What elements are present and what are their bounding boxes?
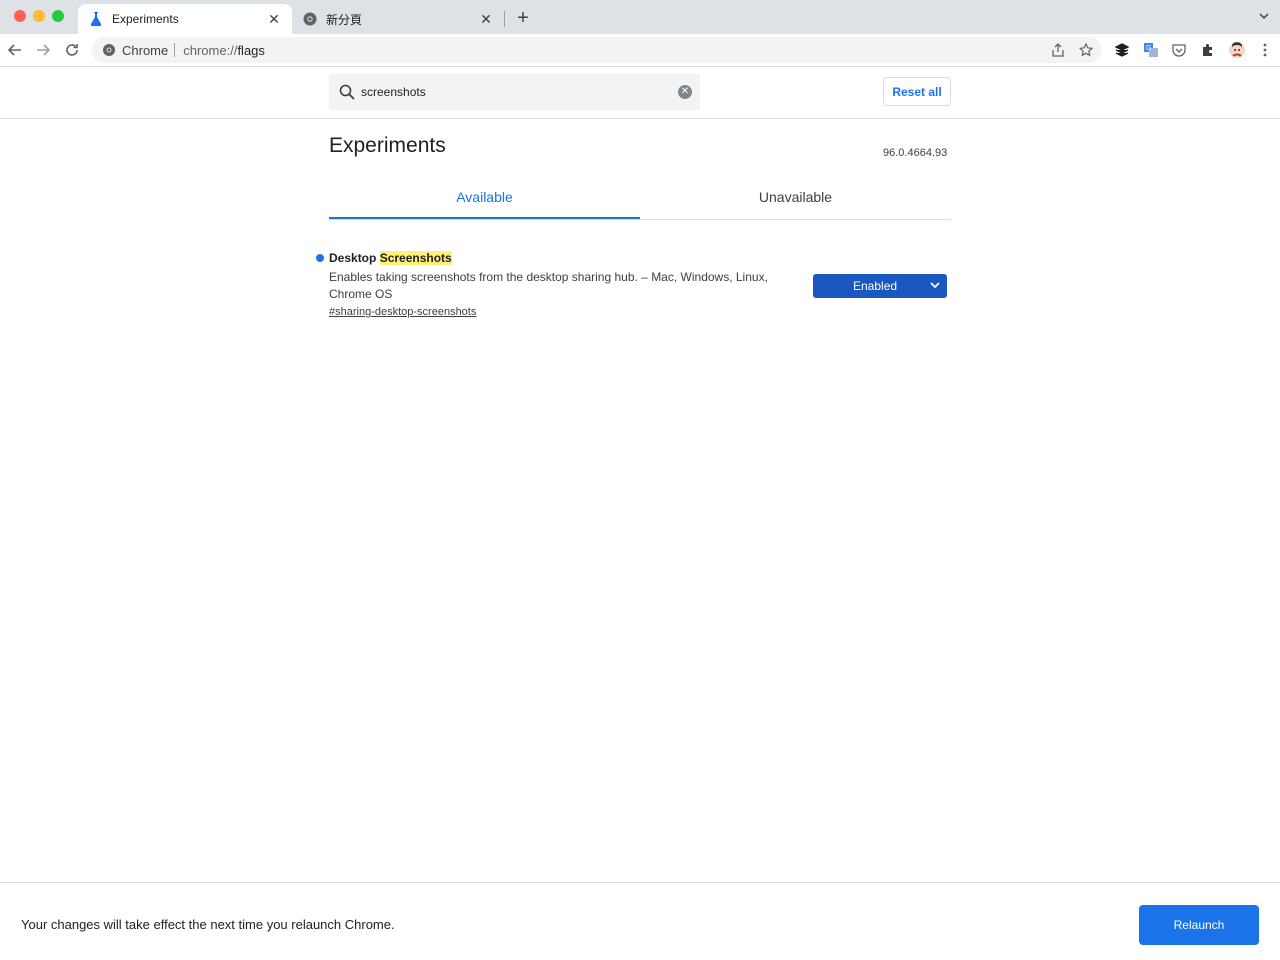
flags-tabs: Available Unavailable [329,178,951,220]
layers-extension-icon[interactable] [1114,42,1130,58]
search-icon [339,84,355,100]
tab-divider [504,11,505,27]
flags-header: ✕ Reset all [0,67,1280,119]
browser-toolbar: Chrome chrome://flags G [0,34,1280,67]
puzzle-icon[interactable] [1200,42,1216,58]
chevron-down-icon[interactable] [1256,10,1272,26]
minimize-window-button[interactable] [33,10,45,22]
close-window-button[interactable] [14,10,26,22]
version-label: 96.0.4664.93 [883,147,948,159]
page-title: Experiments [329,134,446,157]
star-icon[interactable] [1078,42,1094,58]
reset-all-button[interactable]: Reset all [883,77,951,106]
relaunch-footer: Your changes will take effect the next t… [0,882,1280,960]
new-tab-button[interactable]: + [514,8,532,28]
reload-button[interactable] [62,40,82,60]
translate-extension-icon[interactable]: G [1143,42,1159,58]
omnibox-divider [174,43,176,57]
chevron-down-icon [930,282,940,289]
pocket-extension-icon[interactable] [1171,42,1187,58]
search-highlight: Screenshots [379,251,452,265]
clear-search-icon[interactable]: ✕ [678,85,692,99]
omnibox-url: chrome://flags [183,42,265,58]
tab-title: Experiments [112,12,179,26]
omnibox-chip: Chrome [122,42,169,58]
svg-text:G: G [1146,45,1151,52]
relaunch-message: Your changes will take effect the next t… [21,917,395,932]
chrome-icon [103,44,115,56]
close-icon[interactable]: ✕ [478,11,494,27]
arrow-right-icon [37,44,50,56]
tab-new-tab[interactable]: 新分頁 ✕ [292,4,504,34]
search-box[interactable]: ✕ [329,74,700,110]
flag-description: Enables taking screenshots from the desk… [329,270,768,301]
tab-strip: Experiments ✕ 新分頁 ✕ + [0,0,1280,34]
tab-experiments[interactable]: Experiments ✕ [78,4,292,34]
tab-title: 新分頁 [326,12,363,27]
flag-name: Desktop Screenshots [329,251,452,265]
flag-permalink[interactable]: #sharing-desktop-screenshots [329,306,476,318]
avatar[interactable] [1229,42,1245,58]
flask-icon [88,11,104,27]
relaunch-button[interactable]: Relaunch [1139,905,1259,945]
maximize-window-button[interactable] [52,10,64,22]
search-input[interactable] [361,85,661,99]
address-bar[interactable]: Chrome chrome://flags [92,37,1102,63]
tab-unavailable[interactable]: Unavailable [640,178,951,219]
back-button[interactable] [5,40,25,60]
share-icon[interactable] [1050,42,1066,58]
reload-icon [66,44,78,56]
arrow-left-icon [8,44,21,56]
flag-state-select[interactable]: Enabled [813,274,947,298]
selected-option: Enabled [853,279,898,293]
modified-indicator [316,254,324,262]
forward-button[interactable] [33,40,53,60]
kebab-menu-icon[interactable] [1257,42,1273,58]
close-icon[interactable]: ✕ [266,11,282,27]
tab-available[interactable]: Available [329,178,640,219]
chrome-icon [302,11,318,27]
